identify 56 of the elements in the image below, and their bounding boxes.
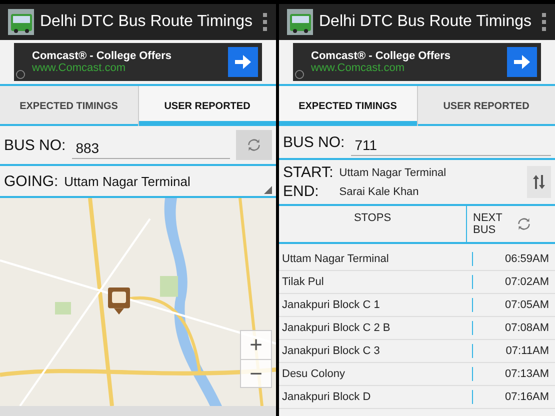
bus-icon bbox=[287, 9, 313, 35]
bus-time: 07:16AM bbox=[472, 390, 555, 404]
app-title: Delhi DTC Bus Route Timings bbox=[319, 13, 533, 31]
bus-number-label: BUS NO: bbox=[4, 136, 66, 154]
bus-time: 06:59AM bbox=[472, 252, 555, 266]
bus-number-field[interactable]: 711 bbox=[350, 134, 551, 156]
tab[interactable]: EXPECTED TIMINGS bbox=[0, 86, 138, 126]
stop-name: Janakpuri Block C 1 bbox=[281, 299, 381, 311]
info-icon[interactable] bbox=[16, 70, 25, 79]
bus-number-label: BUS NO: bbox=[283, 134, 345, 150]
ad-banner[interactable]: Comcast® - College Offers www.Comcast.com bbox=[293, 43, 541, 81]
refresh-button[interactable] bbox=[236, 130, 272, 160]
bus-time: 07:13AM bbox=[472, 367, 555, 381]
tab[interactable]: USER REPORTED bbox=[416, 86, 555, 126]
overflow-menu-icon[interactable] bbox=[262, 13, 268, 31]
bus-time: 07:11AM bbox=[472, 344, 555, 358]
overflow-menu-icon[interactable] bbox=[541, 13, 547, 31]
bus-time: 07:05AM bbox=[472, 298, 555, 312]
arrow-icon bbox=[514, 55, 530, 69]
ad-arrow-button[interactable] bbox=[507, 47, 537, 77]
ad-banner[interactable]: Comcast® - College Offers www.Comcast.com bbox=[14, 43, 262, 81]
start-label: START: bbox=[283, 164, 334, 181]
start-stop: Uttam Nagar Terminal bbox=[339, 166, 448, 178]
swap-icon bbox=[533, 175, 545, 189]
tab[interactable]: EXPECTED TIMINGS bbox=[279, 86, 416, 126]
ad-headline: Comcast® - College Offers bbox=[311, 50, 452, 62]
bus-time: 07:02AM bbox=[472, 275, 555, 289]
zoom-out-button[interactable]: − bbox=[241, 359, 271, 387]
bus-time: 07:08AM bbox=[472, 321, 555, 335]
bus-number-field[interactable]: 883 bbox=[72, 138, 230, 158]
swap-button[interactable] bbox=[527, 166, 551, 198]
ad-url: www.Comcast.com bbox=[311, 62, 406, 74]
column-header: NEXT BUS bbox=[473, 212, 503, 236]
bus-icon bbox=[8, 9, 34, 35]
stop-name: Desu Colony bbox=[281, 368, 346, 380]
zoom-in-button[interactable]: + bbox=[241, 331, 271, 359]
tab[interactable]: USER REPORTED bbox=[138, 86, 276, 126]
end-label: END: bbox=[283, 183, 320, 200]
arrow-icon bbox=[235, 55, 251, 69]
app-title: Delhi DTC Bus Route Timings bbox=[40, 13, 254, 31]
ad-headline: Comcast® - College Offers bbox=[32, 50, 173, 62]
refresh-icon bbox=[517, 217, 531, 231]
column-header: STOPS bbox=[352, 211, 392, 226]
stop-name: Janakpuri Block D bbox=[281, 391, 372, 403]
end-stop: Sarai Kale Khan bbox=[339, 186, 420, 198]
stop-name: Uttam Nagar Terminal bbox=[281, 253, 390, 265]
going-label: GOING: bbox=[4, 172, 58, 190]
stop-name: Janakpuri Block C 3 bbox=[281, 345, 381, 357]
destination-dropdown[interactable]: Uttam Nagar Terminal bbox=[64, 168, 272, 194]
info-icon[interactable] bbox=[295, 70, 304, 79]
refresh-icon bbox=[247, 138, 261, 152]
ad-arrow-button[interactable] bbox=[228, 47, 258, 77]
dropdown-corner-icon bbox=[264, 186, 272, 194]
ad-url: www.Comcast.com bbox=[32, 62, 127, 74]
stop-name: Janakpuri Block C 2 B bbox=[281, 322, 392, 334]
stop-name: Tilak Pul bbox=[281, 276, 325, 288]
